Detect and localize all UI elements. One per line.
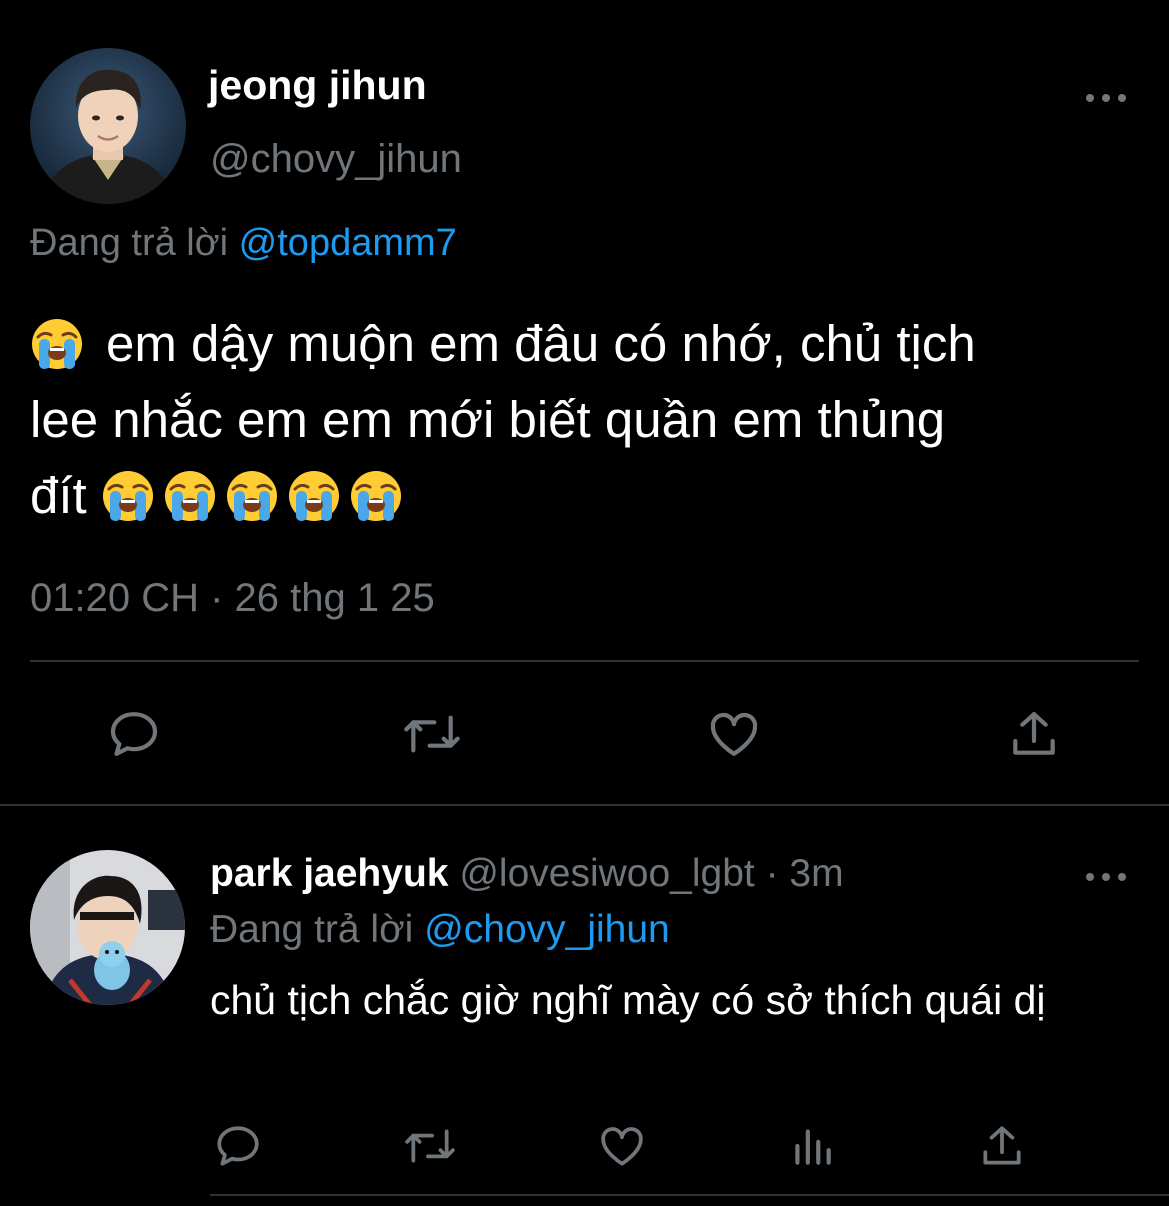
reply-tweet-avatar[interactable]	[30, 850, 185, 1005]
reply-tweet-display-name[interactable]: park jaehyuk	[210, 852, 448, 895]
replying-mention-link[interactable]: @chovy_jihun	[424, 908, 670, 951]
like-icon[interactable]	[590, 1114, 654, 1178]
analytics-icon[interactable]	[780, 1114, 844, 1178]
loudly-crying-face-emoji	[101, 469, 155, 523]
loudly-crying-face-emoji	[225, 469, 279, 523]
trailing-emoji-group	[101, 467, 411, 524]
retweet-icon[interactable]	[400, 702, 464, 766]
main-tweet-text-line: lee nhắc em em mới biết quần em thủng	[30, 382, 1140, 458]
reply-icon[interactable]	[206, 1114, 270, 1178]
main-tweet-more-icon[interactable]	[1086, 91, 1126, 105]
like-icon[interactable]	[702, 702, 766, 766]
retweet-icon[interactable]	[398, 1114, 462, 1178]
main-tweet-timestamp[interactable]: 01:20 CH · 26 thg 1 25	[30, 576, 435, 621]
text-line-2: lee nhắc em em mới biết quần em thủng	[30, 391, 946, 448]
loudly-crying-face-emoji	[30, 317, 84, 371]
bottom-divider	[210, 1194, 1169, 1196]
reply-icon[interactable]	[102, 702, 166, 766]
main-tweet-avatar[interactable]	[30, 48, 186, 204]
main-tweet-text: em dậy muộn em đâu có nhớ, chủ tịch lee …	[30, 306, 1140, 534]
main-tweet-text-line: đít	[30, 458, 1140, 534]
share-icon[interactable]	[1002, 702, 1066, 766]
loudly-crying-face-emoji	[287, 469, 341, 523]
reply-tweet-time[interactable]: 3m	[789, 852, 843, 895]
main-tweet-text-line: em dậy muộn em đâu có nhớ, chủ tịch	[30, 306, 1140, 382]
section-divider	[0, 804, 1169, 806]
reply-tweet-text: chủ tịch chắc giờ nghĩ mày có sở thích q…	[210, 977, 1046, 1023]
loudly-crying-face-emoji	[163, 469, 217, 523]
share-icon[interactable]	[970, 1114, 1034, 1178]
reply-tweet-more-icon[interactable]	[1086, 870, 1126, 884]
loudly-crying-face-emoji	[349, 469, 403, 523]
replying-prefix: Đang trả lời	[210, 908, 414, 951]
replying-mention-link[interactable]: @topdamm7	[239, 222, 457, 264]
main-tweet-handle[interactable]: @chovy_jihun	[210, 137, 462, 182]
reply-tweet-replying-to: Đang trả lời @chovy_jihun	[210, 908, 670, 952]
main-tweet-display-name[interactable]: jeong jihun	[208, 62, 427, 109]
replying-prefix: Đang trả lời	[30, 222, 229, 264]
text-line-3: đít	[30, 467, 87, 524]
reply-tweet-handle[interactable]: @lovesiwoo_lgbt	[459, 852, 754, 895]
main-tweet-replying-to: Đang trả lời @topdamm7	[30, 222, 457, 265]
text-line-1: em dậy muộn em đâu có nhớ, chủ tịch	[106, 315, 976, 372]
reply-tweet-header: park jaehyuk @lovesiwoo_lgbt · 3m	[210, 852, 844, 896]
reply-tweet-separator: ·	[754, 852, 790, 895]
main-tweet-divider	[30, 660, 1139, 662]
